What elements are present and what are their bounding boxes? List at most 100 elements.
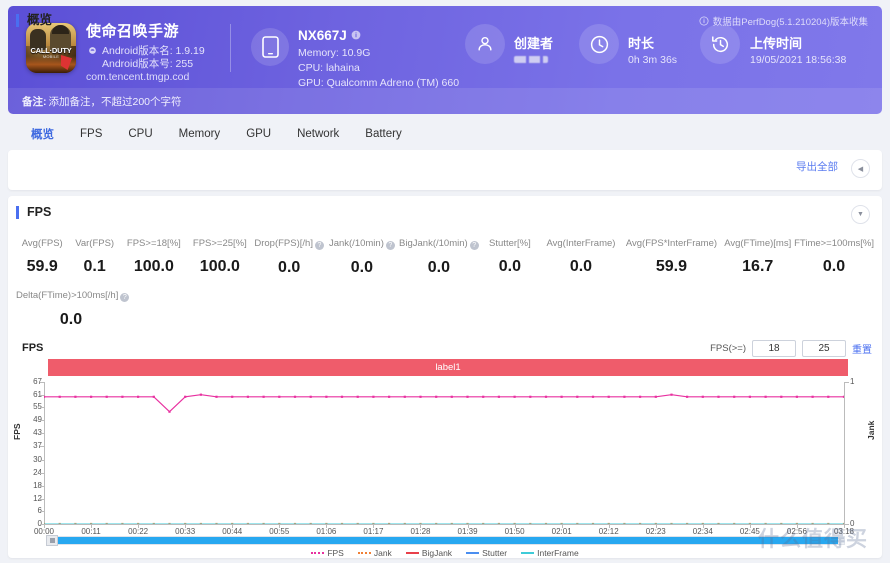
y2-tick-mark	[845, 382, 849, 383]
chart-point	[403, 395, 406, 398]
chart-point	[795, 395, 798, 398]
chart-point	[576, 395, 579, 398]
x-tick-mark	[232, 524, 234, 528]
chart-point	[654, 395, 657, 398]
chart-point	[748, 395, 751, 398]
x-tick-mark	[655, 524, 657, 528]
y-tick-label: 55	[33, 402, 42, 412]
legend-item-Stutter[interactable]: Stutter	[466, 548, 507, 558]
chart-point	[356, 395, 359, 398]
fps-threshold-input-1[interactable]	[752, 340, 796, 357]
x-tick-label: 00:22	[128, 527, 149, 536]
x-tick-mark	[91, 524, 93, 528]
fps-threshold-input-2[interactable]	[802, 340, 846, 357]
x-tick-mark	[279, 524, 281, 528]
metric-FPS>=18[%]: FPS>=18[%] 100.0	[121, 238, 187, 277]
metric-Avg(FPS*InterFrame): Avg(FPS*InterFrame) 59.9	[622, 238, 722, 277]
chart-plot-area[interactable]	[42, 382, 846, 526]
fps-threshold-label: FPS(>=)	[710, 343, 746, 354]
legend-swatch	[357, 552, 371, 554]
chart-point	[419, 395, 422, 398]
x-tick-label: 03:18	[833, 527, 855, 536]
legend-item-InterFrame[interactable]: InterFrame	[521, 548, 579, 558]
info-circle-icon	[699, 16, 709, 26]
y-tick-label: 24	[33, 468, 42, 478]
metric-value: 0.0	[427, 259, 450, 276]
tab-Battery[interactable]: Battery	[352, 128, 414, 140]
overview-card	[8, 150, 882, 190]
y-tick-mark	[40, 498, 44, 500]
chart-point	[58, 395, 61, 398]
metric-value: 0.1	[83, 258, 106, 275]
creator-value-masked	[514, 56, 548, 63]
info-icon[interactable]	[351, 30, 361, 40]
chart-point	[74, 395, 77, 398]
x-tick-label: 02:34	[692, 527, 713, 536]
upload-time-value: 19/05/2021 18:56:38	[750, 54, 847, 66]
chart-scrollbar-fill[interactable]	[56, 537, 838, 544]
overview-title: 概览	[16, 14, 52, 27]
chart-point	[560, 395, 563, 398]
chart-y2-axis-title: Jank	[866, 420, 876, 440]
tab-Network[interactable]: Network	[284, 128, 352, 140]
perfdog-version-note: 数据由PerfDog(5.1.210204)版本收集	[699, 14, 868, 28]
chart-point	[497, 395, 500, 398]
metric-label: Var(FPS)	[75, 238, 115, 249]
overview-collapse-button[interactable]: ◀	[851, 159, 870, 178]
y-tick-label: 61	[33, 389, 42, 399]
y-tick-mark	[40, 485, 44, 487]
remark-bar[interactable]: 备注: 添加备注，不超过200个字符	[8, 88, 882, 114]
x-tick-label: 00:55	[269, 527, 290, 536]
export-all-link[interactable]: 导出全部	[796, 159, 838, 174]
legend-item-FPS[interactable]: FPS	[311, 548, 344, 558]
legend-item-BigJank[interactable]: BigJank	[405, 548, 452, 558]
tab-CPU[interactable]: CPU	[115, 128, 165, 140]
chart-point	[450, 395, 453, 398]
tab-FPS[interactable]: FPS	[67, 128, 115, 140]
tab-概览[interactable]: 概览	[18, 126, 67, 142]
help-icon[interactable]: ?	[314, 241, 324, 250]
y-tick-mark	[40, 407, 44, 409]
chart-point	[811, 395, 814, 398]
y-tick-label: 12	[33, 493, 42, 503]
help-icon[interactable]: ?	[469, 241, 479, 250]
metric-value: 100.0	[133, 258, 174, 275]
metric-label: FPS>=25[%]	[192, 238, 247, 249]
metrics-row: Avg(FPS) 59.9 Var(FPS) 0.1 FPS>=18[%] 100.0 FP…	[16, 238, 874, 277]
x-tick-mark	[467, 524, 469, 528]
x-tick-label: 01:06	[316, 527, 337, 536]
metric-Stutter[%]: Stutter[%] 0.0	[479, 238, 540, 277]
device-memory: Memory: 10.9G	[298, 47, 371, 59]
chart-point	[529, 395, 532, 398]
metric-label: FPS>=18[%]	[126, 238, 181, 249]
fps-collapse-button[interactable]: ▼	[851, 205, 870, 224]
legend-item-Jank[interactable]: Jank	[357, 548, 392, 558]
x-tick-mark	[796, 524, 798, 528]
tab-GPU[interactable]: GPU	[233, 128, 284, 140]
x-tick-mark	[420, 524, 422, 528]
y-tick-mark	[40, 420, 44, 422]
fps-threshold-controls: FPS(>=) 重置	[710, 340, 872, 357]
tab-bar: 概览 FPS CPU Memory GPU Network Battery	[8, 120, 882, 148]
metric-label: BigJank(/10min)?	[398, 238, 479, 250]
help-icon[interactable]: ?	[385, 241, 395, 250]
device-name-text: NX667J	[298, 28, 347, 43]
chart-legend: FPS Jank BigJank Stutter InterFrame	[0, 548, 890, 558]
label-bar[interactable]: label1	[48, 359, 848, 376]
help-icon[interactable]: ?	[120, 293, 130, 302]
chart-scrollbar-handle[interactable]	[46, 535, 58, 546]
legend-label: Stutter	[482, 548, 508, 558]
x-tick-mark	[44, 524, 45, 528]
metric-label: Avg(FPS*InterFrame)	[625, 238, 718, 249]
duration-value: 0h 3m 36s	[628, 54, 678, 66]
tab-Memory[interactable]: Memory	[166, 128, 234, 140]
metric-label: Drop(FPS)[/h]?	[253, 238, 326, 250]
metric-Drop(FPS)[/h]: Drop(FPS)[/h]? 0.0	[253, 238, 326, 277]
chart-point	[733, 395, 736, 398]
chart-point	[764, 395, 767, 398]
y-tick-label: 30	[33, 455, 42, 465]
metric-FTime>=100ms[%]: FTime>=100ms[%] 0.0	[794, 238, 874, 277]
y2-tick-mark	[845, 524, 849, 525]
reset-link[interactable]: 重置	[852, 341, 872, 356]
metrics-row-2: Delta(FTime)>100ms[/h]? 0.0	[16, 290, 130, 329]
